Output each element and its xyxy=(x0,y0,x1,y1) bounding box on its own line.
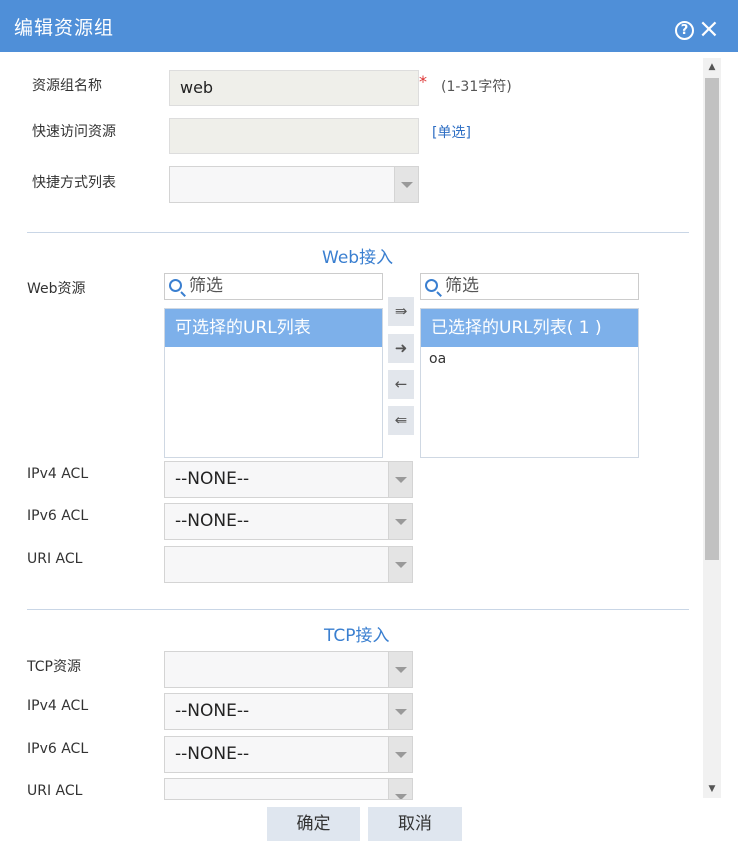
search-icon xyxy=(169,279,182,292)
selected-url-list-header: 已选择的URL列表( 1 ) xyxy=(421,309,638,347)
tcp-ipv6-acl-select[interactable]: --NONE-- xyxy=(164,736,413,773)
web-ipv6-acl-value: --NONE-- xyxy=(175,511,250,531)
shortcut-list-select[interactable] xyxy=(169,166,419,203)
single-select-link[interactable]: [单选] xyxy=(432,122,471,142)
tcp-ipv4-acl-label: IPv4 ACL xyxy=(27,698,89,714)
dialog-title: 编辑资源组 xyxy=(14,17,115,39)
shortcut-list-label: 快捷方式列表 xyxy=(32,175,116,191)
available-url-list[interactable]: 可选择的URL列表 xyxy=(164,308,383,458)
web-ipv6-acl-label: IPv6 ACL xyxy=(27,508,89,524)
available-url-list-header: 可选择的URL列表 xyxy=(165,309,382,347)
web-uri-acl-label: URI ACL xyxy=(27,551,83,567)
tcp-ipv6-acl-value: --NONE-- xyxy=(175,744,250,764)
web-section-title: Web接入 xyxy=(322,248,394,268)
tcp-resource-label: TCP资源 xyxy=(27,659,81,675)
quick-access-input[interactable] xyxy=(169,118,419,154)
chevron-down-icon[interactable] xyxy=(388,779,412,799)
web-ipv6-acl-select[interactable]: --NONE-- xyxy=(164,503,413,540)
web-uri-acl-select[interactable] xyxy=(164,546,413,583)
scrollbar-thumb[interactable] xyxy=(705,78,719,560)
name-hint: (1-31字符) xyxy=(441,79,512,95)
tcp-ipv4-acl-select[interactable]: --NONE-- xyxy=(164,693,413,730)
available-filter-placeholder: 筛选 xyxy=(189,276,223,296)
tcp-resource-select[interactable] xyxy=(164,651,413,688)
dialog-titlebar: 编辑资源组 ? × xyxy=(0,0,738,52)
divider xyxy=(27,232,689,233)
selected-url-list[interactable]: 已选择的URL列表( 1 ) oa xyxy=(420,308,639,458)
chevron-down-icon[interactable] xyxy=(394,167,418,202)
selected-filter-placeholder: 筛选 xyxy=(445,276,479,296)
remove-all-button[interactable]: ⇚ xyxy=(388,406,414,435)
remove-button[interactable]: ← xyxy=(388,370,414,399)
scroll-up-icon[interactable]: ▲ xyxy=(703,58,721,76)
name-input[interactable]: web xyxy=(169,70,419,106)
web-ipv4-acl-label: IPv4 ACL xyxy=(27,466,89,482)
web-resource-label: Web资源 xyxy=(27,281,86,297)
tcp-ipv6-acl-label: IPv6 ACL xyxy=(27,741,89,757)
cancel-button[interactable]: 取消 xyxy=(368,807,462,841)
add-button[interactable]: ➜ xyxy=(388,334,414,363)
help-icon[interactable]: ? xyxy=(675,21,694,40)
web-ipv4-acl-select[interactable]: --NONE-- xyxy=(164,461,413,498)
tcp-ipv4-acl-value: --NONE-- xyxy=(175,701,250,721)
name-label: 资源组名称 xyxy=(32,78,102,94)
selected-filter-input[interactable]: 筛选 xyxy=(420,273,639,300)
vertical-scrollbar[interactable]: ▲ ▼ xyxy=(703,58,721,798)
chevron-down-icon[interactable] xyxy=(388,694,412,729)
scroll-down-icon[interactable]: ▼ xyxy=(703,780,721,798)
available-filter-input[interactable]: 筛选 xyxy=(164,273,383,300)
tcp-uri-acl-select[interactable] xyxy=(164,778,413,800)
chevron-down-icon[interactable] xyxy=(388,462,412,497)
quick-access-label: 快速访问资源 xyxy=(32,124,116,140)
close-icon[interactable]: × xyxy=(698,14,720,44)
tcp-uri-acl-label: URI ACL xyxy=(27,783,83,799)
web-ipv4-acl-value: --NONE-- xyxy=(175,469,250,489)
ok-button[interactable]: 确定 xyxy=(267,807,360,841)
chevron-down-icon[interactable] xyxy=(388,652,412,687)
required-mark: * xyxy=(419,72,427,91)
list-item[interactable]: oa xyxy=(421,347,638,371)
chevron-down-icon[interactable] xyxy=(388,547,412,582)
divider xyxy=(27,609,689,610)
chevron-down-icon[interactable] xyxy=(388,504,412,539)
add-all-button[interactable]: ⇛ xyxy=(388,297,414,326)
search-icon xyxy=(425,279,438,292)
tcp-section-title: TCP接入 xyxy=(324,626,390,646)
chevron-down-icon[interactable] xyxy=(388,737,412,772)
